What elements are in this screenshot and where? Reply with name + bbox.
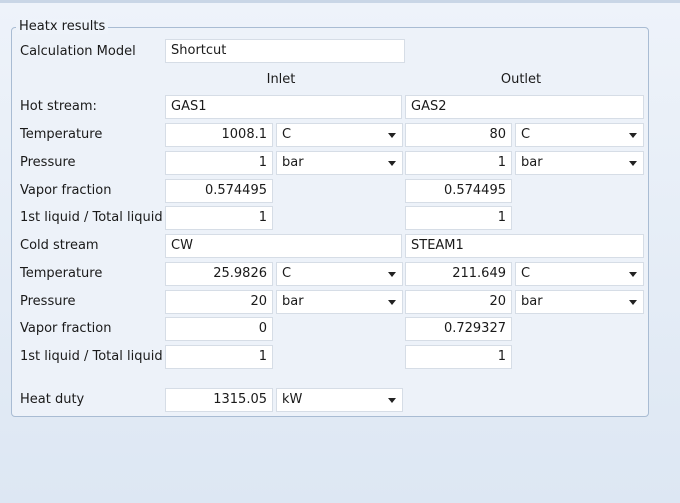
unit-text: kW xyxy=(282,392,303,407)
hot-inlet-vapor-fraction-field[interactable]: 0.574495 xyxy=(165,179,273,203)
chevron-down-icon xyxy=(629,300,637,305)
cold-vapor-fraction-label: Vapor fraction xyxy=(20,321,112,336)
top-border xyxy=(0,0,680,3)
cold-liquid-ratio-label: 1st liquid / Total liquid xyxy=(20,349,163,364)
inlet-header: Inlet xyxy=(266,72,296,87)
cold-stream-label: Cold stream xyxy=(20,238,99,253)
unit-text: bar xyxy=(521,294,543,309)
chevron-down-icon xyxy=(388,272,396,277)
cold-inlet-pressure-field[interactable]: 20 xyxy=(165,290,273,314)
hot-pressure-label: Pressure xyxy=(20,155,76,170)
heat-duty-unit-select[interactable]: kW xyxy=(276,388,403,412)
cold-inlet-pressure-unit-select[interactable]: bar xyxy=(276,290,403,314)
hot-outlet-pressure-unit-select[interactable]: bar xyxy=(515,151,644,175)
group-title: Heatx results xyxy=(16,19,109,34)
cold-outlet-liquid-ratio-field[interactable]: 1 xyxy=(405,345,512,369)
hot-outlet-stream-field[interactable]: GAS2 xyxy=(405,95,644,119)
hot-stream-label: Hot stream: xyxy=(20,99,97,114)
calc-model-label: Calculation Model xyxy=(20,44,136,59)
hot-outlet-vapor-fraction-field[interactable]: 0.574495 xyxy=(405,179,512,203)
cold-temperature-label: Temperature xyxy=(20,266,103,281)
cold-outlet-pressure-field[interactable]: 20 xyxy=(405,290,512,314)
hot-inlet-pressure-field[interactable]: 1 xyxy=(165,151,273,175)
cold-outlet-vapor-fraction-field[interactable]: 0.729327 xyxy=(405,317,512,341)
chevron-down-icon xyxy=(388,133,396,138)
hot-inlet-stream-field[interactable]: GAS1 xyxy=(165,95,402,119)
unit-text: bar xyxy=(282,294,304,309)
unit-text: bar xyxy=(521,155,543,170)
hot-temperature-label: Temperature xyxy=(20,127,103,142)
cold-outlet-stream-field[interactable]: STEAM1 xyxy=(405,234,644,258)
cold-outlet-pressure-unit-select[interactable]: bar xyxy=(515,290,644,314)
cold-inlet-temperature-unit-select[interactable]: C xyxy=(276,262,403,286)
heat-duty-label: Heat duty xyxy=(20,392,85,407)
cold-pressure-label: Pressure xyxy=(20,294,76,309)
unit-text: C xyxy=(521,127,531,142)
hot-inlet-temperature-unit-select[interactable]: C xyxy=(276,123,403,147)
hot-outlet-temperature-unit-select[interactable]: C xyxy=(515,123,644,147)
chevron-down-icon xyxy=(388,161,396,166)
chevron-down-icon xyxy=(629,161,637,166)
unit-text: C xyxy=(282,127,292,142)
cold-inlet-vapor-fraction-field[interactable]: 0 xyxy=(165,317,273,341)
cold-outlet-temperature-unit-select[interactable]: C xyxy=(515,262,644,286)
chevron-down-icon xyxy=(629,272,637,277)
cold-outlet-temperature-field[interactable]: 211.649 xyxy=(405,262,512,286)
hot-inlet-liquid-ratio-field[interactable]: 1 xyxy=(165,206,273,230)
unit-text: C xyxy=(282,266,292,281)
cold-inlet-liquid-ratio-field[interactable]: 1 xyxy=(165,345,273,369)
chevron-down-icon xyxy=(388,300,396,305)
hot-outlet-liquid-ratio-field[interactable]: 1 xyxy=(405,206,512,230)
cold-inlet-temperature-field[interactable]: 25.9826 xyxy=(165,262,273,286)
cold-inlet-stream-field[interactable]: CW xyxy=(165,234,402,258)
hot-outlet-pressure-field[interactable]: 1 xyxy=(405,151,512,175)
hot-vapor-fraction-label: Vapor fraction xyxy=(20,183,112,198)
hot-inlet-pressure-unit-select[interactable]: bar xyxy=(276,151,403,175)
hot-outlet-temperature-field[interactable]: 80 xyxy=(405,123,512,147)
unit-text: bar xyxy=(282,155,304,170)
chevron-down-icon xyxy=(388,398,396,403)
hot-liquid-ratio-label: 1st liquid / Total liquid xyxy=(20,210,163,225)
chevron-down-icon xyxy=(629,133,637,138)
heat-duty-field[interactable]: 1315.05 xyxy=(165,388,273,412)
hot-inlet-temperature-field[interactable]: 1008.1 xyxy=(165,123,273,147)
outlet-header: Outlet xyxy=(500,72,542,87)
unit-text: C xyxy=(521,266,531,281)
calc-model-field[interactable]: Shortcut xyxy=(165,39,405,63)
